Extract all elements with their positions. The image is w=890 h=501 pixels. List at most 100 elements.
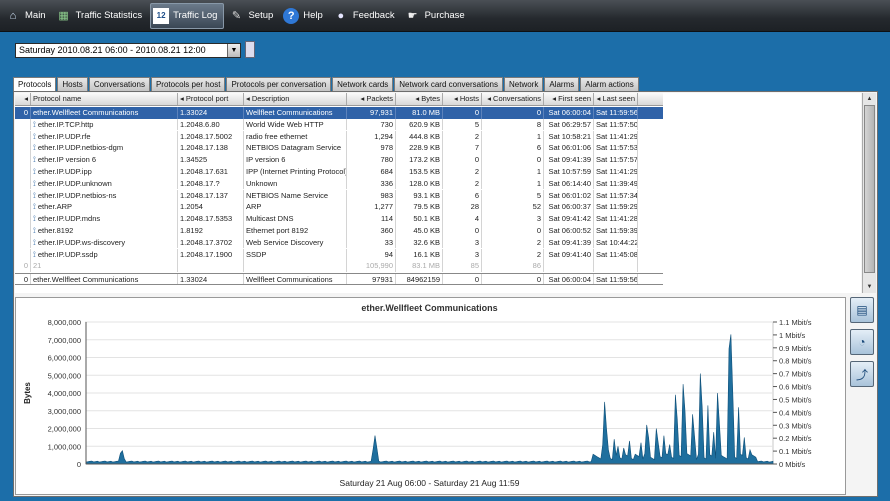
cell-hosts: 2 <box>443 177 482 190</box>
y2-tick-label: 0.9 Mbit/s <box>779 344 812 353</box>
date-range-select[interactable]: Saturday 2010.08.21 06:00 - 2010.08.21 1… <box>15 43 241 58</box>
scrollbar-thumb[interactable] <box>864 105 875 273</box>
cell-desc: NETBIOS Name Service <box>244 189 347 202</box>
protocol-name-text: ether.IP version 6 <box>37 155 97 165</box>
table-row[interactable]: ⟟ ether.IP.UDP.netbios-ns 1.2048.17.137 NE… <box>15 189 663 202</box>
toolbar-setup-button[interactable]: ✎ Setup <box>226 3 279 29</box>
cell-port: 1.8192 <box>178 225 244 237</box>
cell-packets: 97,931 <box>347 107 396 119</box>
cell-bytes: 81.0 MB <box>396 107 443 119</box>
column-header-last-seen[interactable]: ◂ Last seen <box>594 93 638 105</box>
tab-bar: Protocols Hosts Conversations Protocols per… <box>13 77 640 92</box>
cell-hosts: 5 <box>443 118 482 131</box>
tab-conversations[interactable]: Conversations <box>88 77 150 91</box>
cell-hosts: 28 <box>443 201 482 214</box>
tab-network-card-conversations[interactable]: Network card conversations <box>394 77 503 91</box>
cell-packets: 978 <box>347 142 396 155</box>
y-tick-label: 0 <box>77 460 81 469</box>
column-header-packets[interactable]: ◂ Packets <box>347 93 396 105</box>
cell-conv: 1 <box>482 166 544 178</box>
cell-idx: 0 <box>15 107 31 119</box>
cell-last: Sat 11:57:34 <box>596 189 638 202</box>
table-row[interactable]: ⟟ ether.IP.UDP.ssdp 1.2048.17.1900 SSDP 94 1… <box>15 248 663 261</box>
cell-conv: 6 <box>482 142 544 155</box>
cell-bytes: 153.5 KB <box>396 166 443 178</box>
table-row[interactable]: ⟟ ether.IP.UDP.rfe 1.2048.17.5002 radio fr… <box>15 130 663 143</box>
toolbar-feedback-button[interactable]: ● Feedback <box>331 3 401 29</box>
toolbar-traffic-log-button[interactable]: 12 Traffic Log <box>150 2 225 29</box>
y2-tick-label: 1 Mbit/s <box>779 331 806 340</box>
column-header-conversations[interactable]: ◂ Conversations <box>482 93 544 105</box>
table-row[interactable]: ⟟ ether.IP.UDP.netbios-dgm 1.2048.17.138 N… <box>15 142 663 155</box>
table-row[interactable]: ⟟ ether.IP.UDP.mdns 1.2048.17.5353 Multica… <box>15 213 663 225</box>
y-tick-label: 8,000,000 <box>48 318 81 327</box>
cell-desc: IP version 6 <box>244 154 347 166</box>
tab-alarms[interactable]: Alarms <box>544 77 580 91</box>
export-icon[interactable] <box>245 41 255 58</box>
line-chart-button[interactable]: ⤴ <box>850 361 874 387</box>
toolbar-help-button[interactable]: ? Help <box>281 3 329 29</box>
table-row[interactable]: ⟟ ether.IP.UDP.unknown 1.2048.17.? Unknown… <box>15 177 663 190</box>
y2-tick-label: 0 Mbit/s <box>779 460 806 469</box>
line-chart-icon: ⤴ <box>855 367 868 382</box>
cell-packets: 730 <box>347 118 396 131</box>
scroll-up-icon[interactable]: ▲ <box>864 94 875 104</box>
hand-icon: ☛ <box>407 10 418 22</box>
tab-protocols-per-conversation[interactable]: Protocols per conversation <box>226 77 332 91</box>
selected-packets: 97931 <box>347 274 396 284</box>
tab-network[interactable]: Network <box>504 77 544 91</box>
cell-name: ⟟ ether.IP.UDP.rfe <box>31 130 178 143</box>
cell-name: ether.Wellfleet Communications <box>31 107 178 119</box>
toolbar-main-button[interactable]: ⌂ Main <box>3 3 52 29</box>
total-bytes: 83.1 MB <box>396 260 443 273</box>
cell-desc: Ethernet port 8192 <box>244 225 347 237</box>
tab-alarm-actions[interactable]: Alarm actions <box>580 77 639 91</box>
toolbar-purchase-button[interactable]: ☛ Purchase <box>403 3 471 29</box>
tab-protocols-per-host[interactable]: Protocols per host <box>150 77 226 91</box>
cell-last: Sat 11:57:50 <box>596 118 638 131</box>
cell-desc: IPP (Internet Printing Protocol) <box>246 166 347 178</box>
column-header-protocol-name[interactable]: Protocol name <box>31 93 178 105</box>
toolbar-traffic-statistics-button[interactable]: ▦ Traffic Statistics <box>54 3 149 29</box>
tab-protocols[interactable]: Protocols <box>13 77 57 92</box>
cell-name: ⟟ ether.ARP <box>31 201 178 214</box>
cell-name: ⟟ ether.IP version 6 <box>31 154 178 166</box>
column-menu-icon[interactable]: ◂ <box>15 93 31 105</box>
column-header-description[interactable]: ◂ Description <box>244 93 347 105</box>
column-header-protocol-port[interactable]: ◂ Protocol port <box>178 93 244 105</box>
cell-desc: World Wide Web HTTP <box>244 118 347 131</box>
cell-packets: 114 <box>347 213 396 225</box>
table-row[interactable]: ⟟ ether.IP.UDP.ws-discovery 1.2048.17.370… <box>15 236 663 249</box>
cell-name: ⟟ ether.IP.UDP.netbios-dgm <box>31 142 178 155</box>
y-tick-label: 7,000,000 <box>48 336 81 345</box>
table-row[interactable]: 0 ether.Wellfleet Communications 1.33024 We… <box>15 107 663 119</box>
table-scrollbar[interactable]: ▲ ▼ <box>862 93 876 293</box>
table-row[interactable]: ⟟ ether.IP version 6 1.34525 IP version 67… <box>15 154 663 166</box>
toolbar-label: Help <box>303 10 323 21</box>
table-row[interactable]: ⟟ ether.8192 1.8192 Ethernet port 8192 360 4… <box>15 225 663 237</box>
dropdown-arrow-icon[interactable]: ▼ <box>227 44 240 57</box>
column-header-first-seen[interactable]: ◂ First seen <box>544 93 594 105</box>
cell-idx <box>15 236 31 249</box>
y2-tick-label: 0.1 Mbit/s <box>779 447 812 456</box>
statistics-icon: ▦ <box>58 10 69 22</box>
scroll-down-icon[interactable]: ▼ <box>864 282 875 292</box>
column-header-hosts[interactable]: ◂ Hosts <box>443 93 482 105</box>
column-header-bytes[interactable]: ◂ Bytes <box>396 93 443 105</box>
cell-conv: 0 <box>482 225 544 237</box>
cell-packets: 780 <box>347 154 396 166</box>
cell-conv: 1 <box>482 130 544 143</box>
cell-port: 1.2048.17.3702 <box>178 236 244 249</box>
pie-chart-button[interactable]: ◔ <box>850 329 874 355</box>
cell-hosts: 2 <box>443 166 482 178</box>
y2-tick-label: 0.7 Mbit/s <box>779 370 812 379</box>
cell-first: Sat 09:41:42 <box>544 213 594 225</box>
table-row[interactable]: ⟟ ether.IP.UDP.ipp 1.2048.17.631 IPP (Inte… <box>15 166 663 178</box>
tab-network-cards[interactable]: Network cards <box>332 77 394 91</box>
table-row[interactable]: ⟟ ether.ARP 1.2054 ARP 1,277 79.5 KB 28 52 Sat … <box>15 201 663 214</box>
y-tick-label: 3,000,000 <box>48 407 81 416</box>
tab-hosts[interactable]: Hosts <box>57 77 88 91</box>
table-row[interactable]: ⟟ ether.IP.TCP.http 1.2048.6.80 World Wide… <box>15 118 663 131</box>
traffic-chart: ether.Wellfleet Communications 8,000,000 7… <box>15 297 846 495</box>
bar-chart-button[interactable]: ▤ <box>850 297 874 323</box>
